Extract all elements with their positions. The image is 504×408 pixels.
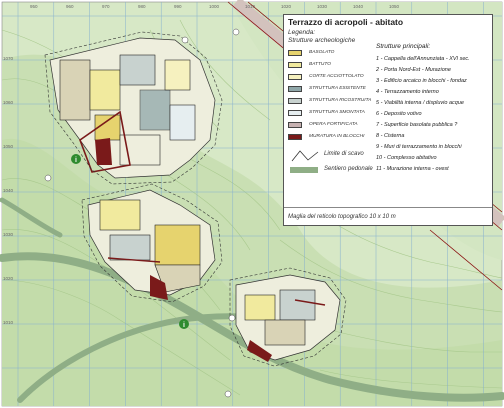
legend-swatch-basolato [288,50,302,56]
structure-item-1: 1 - Cappella dell'Annunziata - XVI sec. [376,56,470,62]
legend-divider [284,207,492,208]
grid-tick-top: 1040 [353,4,364,9]
structure-item-11: 11 - Murazione interna - ovest [376,166,449,172]
legend-swatch-struttura-ricostruita [288,98,302,104]
grid-tick-top: 1050 [389,4,400,9]
grid-tick-left: 1060 [3,100,14,105]
grid-tick-top: 1000 [209,4,220,9]
legend-swatch-corte-acciottolato [288,74,302,80]
legend-swatch-muratura-in-blocchi [288,134,302,140]
structure-item-10: 10 - Complesso abitativo [376,155,437,161]
grid-tick-top: 990 [174,4,182,9]
structure-item-9: 9 - Muri di terrazzamento in blocchi [376,144,462,150]
structure-item-6: 6 - Deposito votivo [376,111,422,117]
grid-tick-top: 1010 [245,4,256,9]
legend-label-muratura-in-blocchi: MURATURA IN BLOCCHI [309,134,365,139]
legend-heading-text: Legenda: [288,29,316,36]
info-marker-south-label: i [183,322,185,329]
grid-tick-left: 1010 [3,320,14,325]
structure-item-7: 7 - Superficie basolata pubblica ? [376,122,458,128]
structure-item-5: 5 - Viabilità interna / displuvio acque [376,100,464,106]
grid-tick-top: 1030 [317,4,328,9]
legend-limit-label: Limite di scavo [324,151,364,157]
excavation-limit-symbol [291,150,319,162]
legend-label-basolato: BASOLATO [309,50,335,55]
archaeological-map: i i N 950 960 970 980 990 1000 1010 1020… [0,0,504,408]
grid-tick-top: 970 [102,4,110,9]
grid-tick-left: 1040 [3,188,14,193]
grid-tick-left: 1070 [3,56,14,61]
grid-tick-top: 960 [66,4,74,9]
grid-mesh-note: Maglia del reticolo topografico 10 x 10 … [288,214,396,220]
grid-tick-top: 950 [30,4,38,9]
structure-item-4: 4 - Terrazzamento interno [376,89,439,95]
grid-tick-left: 1050 [3,144,14,149]
legend-label-opera-fortificata: OPERA FORTIFICATA [309,122,358,127]
legend-label-corte-acciottolato: CORTE ACCIOTTOLATO [309,74,364,79]
legend-label-struttura-smontata: STRUTTURA SMONTATA [309,110,365,115]
legend-swatch-struttura-esistente [288,86,302,92]
legend-subheading: Strutture archeologiche [288,37,356,44]
legend-swatch-opera-fortificata [288,122,302,128]
legend-swatch-struttura-smontata [288,110,302,116]
info-marker-north-label: i [75,157,77,164]
grid-tick-left: 1030 [3,232,14,237]
structures-heading: Strutture principali: [376,43,431,50]
grid-tick-left: 1020 [3,276,14,281]
structure-item-2: 2 - Porta Nord-Est - Murazione [376,67,451,73]
grid-tick-top: 980 [138,4,146,9]
structure-item-8: 8 - Cisterna [376,133,405,139]
grid-tick-top: 1020 [281,4,292,9]
pedestrian-path-symbol [290,167,318,173]
legend-swatch-battuto [288,62,302,68]
legend-label-battuto: BATTUTO [309,62,331,67]
structure-item-3: 3 - Edificio arcaico in blocchi - fondaz [376,78,467,84]
legend-label-struttura-ricostruita: STRUTTURA RICOSTRUITA [309,98,372,103]
map-title: Terrazzo di acropoli - abitato [288,17,404,27]
legend-path-label: Sentiero pedonale [324,166,373,172]
legend-label-struttura-esistente: STRUTTURA ESISTENTE [309,86,366,91]
legend-panel: Terrazzo di acropoli - abitato Legenda: … [283,14,493,226]
legend-heading: Legenda: Strutture archeologiche [288,29,355,45]
